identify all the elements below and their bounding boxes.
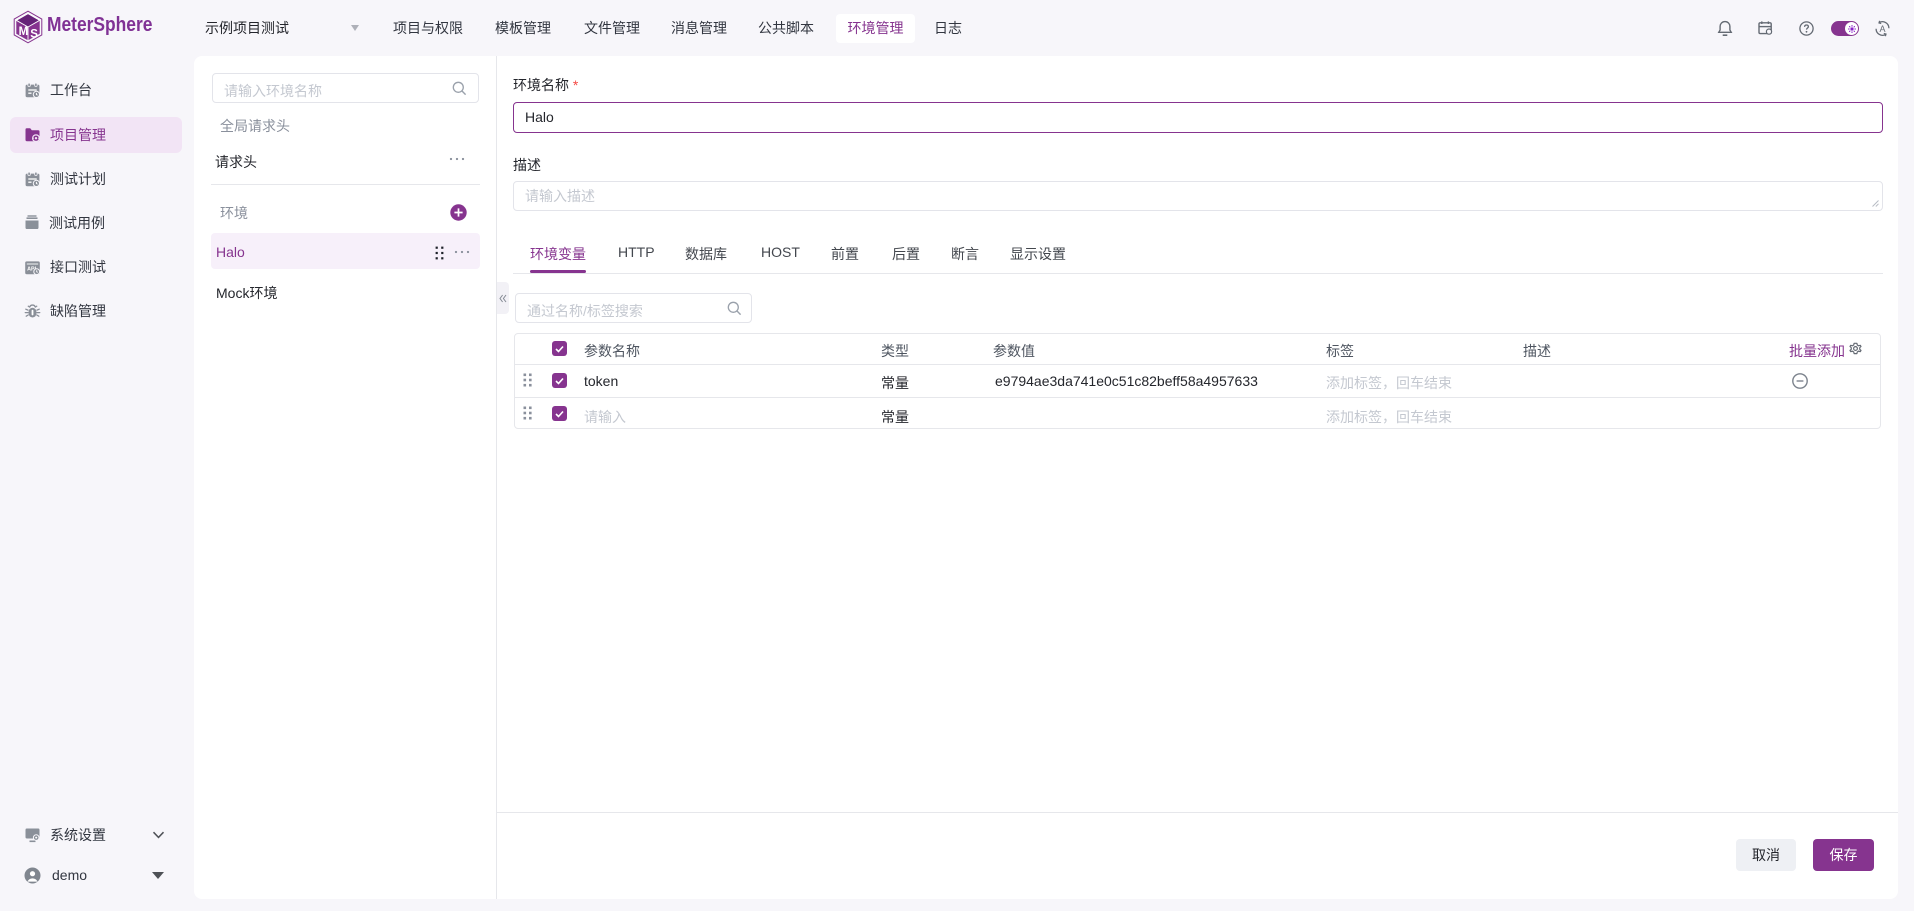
svg-text:M: M xyxy=(19,26,29,38)
svg-text:A: A xyxy=(1880,24,1886,34)
svg-text:S: S xyxy=(30,29,38,41)
